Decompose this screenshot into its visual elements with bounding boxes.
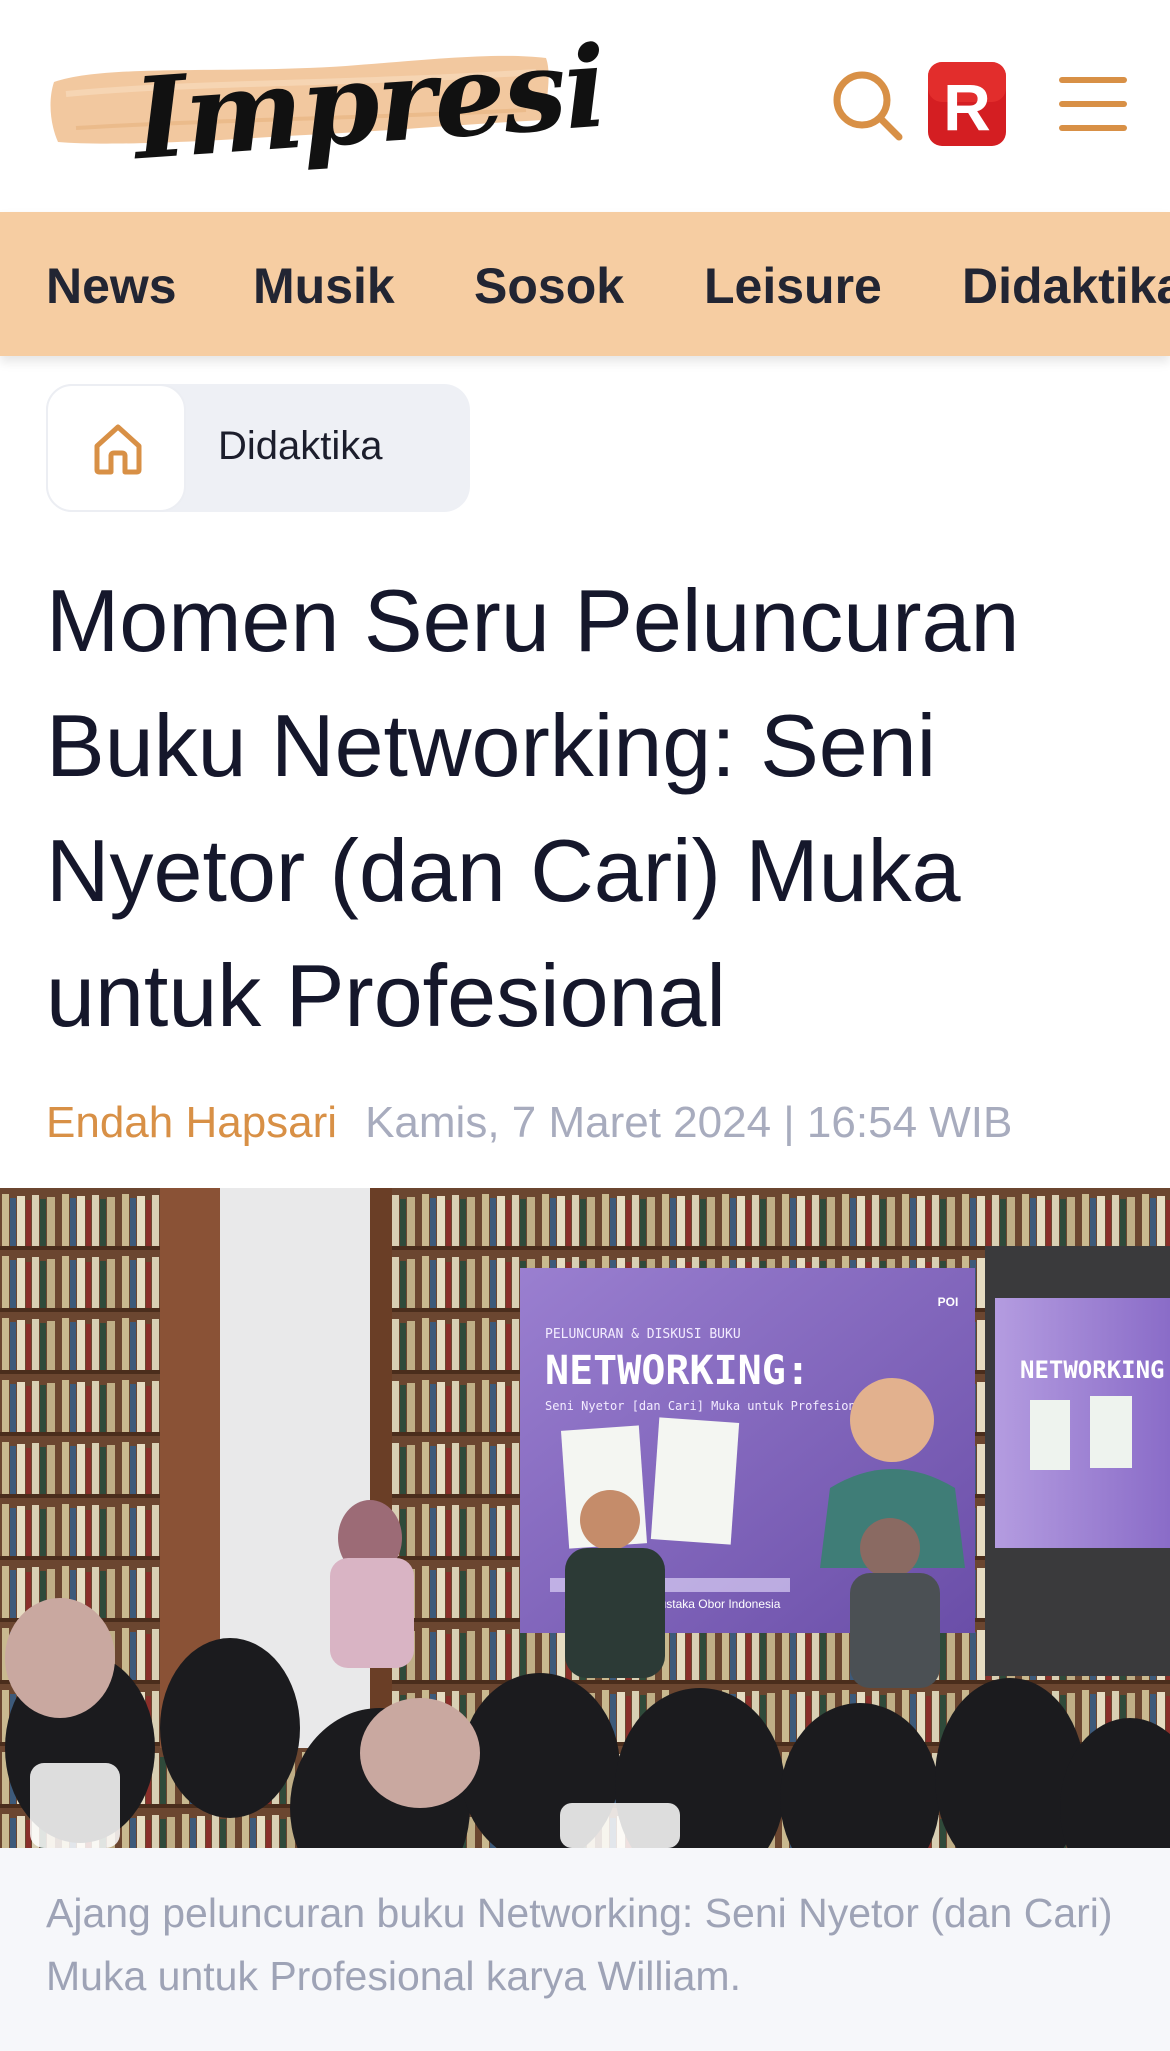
event-photo-illustration: PELUNCURAN & DISKUSI BUKU NETWORKING: Se…: [0, 1188, 1170, 1848]
nav-item-news[interactable]: News: [46, 256, 177, 316]
category-nav: News Musik Sosok Leisure Didaktika: [0, 212, 1170, 356]
screen-title: NETWORKING: [1020, 1356, 1165, 1384]
banner-kicker: PELUNCURAN & DISKUSI BUKU: [545, 1327, 741, 1342]
nav-item-musik[interactable]: Musik: [253, 256, 395, 316]
search-button[interactable]: [830, 68, 904, 142]
site-logo[interactable]: Impresi: [46, 22, 609, 185]
search-icon: [833, 71, 903, 141]
breadcrumb-home-button[interactable]: [46, 384, 186, 512]
article-meta: Endah Hapsari Kamis, 7 Maret 2024 | 16:54…: [46, 1098, 1012, 1148]
breadcrumb: Didaktika: [46, 384, 470, 512]
nav-item-leisure[interactable]: Leisure: [704, 256, 882, 316]
home-icon: [94, 424, 142, 475]
nav-item-didaktika[interactable]: Didaktika: [962, 256, 1170, 316]
hamburger-menu-icon: [1059, 77, 1127, 131]
publish-date: Kamis, 7 Maret 2024 | 16:54 WIB: [365, 1098, 1013, 1147]
photo-caption: Ajang peluncuran buku Networking: Seni N…: [0, 1848, 1170, 2051]
r-badge-letter: R: [943, 70, 991, 144]
breadcrumb-current[interactable]: Didaktika: [218, 424, 383, 469]
nav-item-sosok[interactable]: Sosok: [474, 256, 624, 316]
article-title: Momen Seru Peluncuran Buku Networking: S…: [46, 571, 1020, 1045]
menu-button[interactable]: [1058, 74, 1128, 134]
banner-title: NETWORKING:: [545, 1348, 810, 1394]
r-badge-icon: R: [928, 62, 1006, 146]
r-badge-button[interactable]: R: [924, 58, 1010, 150]
site-header: Impresi R: [0, 0, 1170, 212]
article-photo: PELUNCURAN & DISKUSI BUKU NETWORKING: Se…: [0, 1188, 1170, 1848]
author-link[interactable]: Endah Hapsari: [46, 1098, 337, 1147]
banner-subtitle: Seni Nyetor [dan Cari] Muka untuk Profes…: [545, 1399, 870, 1413]
banner-logo: POI: [938, 1295, 959, 1309]
page: Impresi R News Musik Sosok Leisure Didak…: [0, 0, 1170, 2051]
